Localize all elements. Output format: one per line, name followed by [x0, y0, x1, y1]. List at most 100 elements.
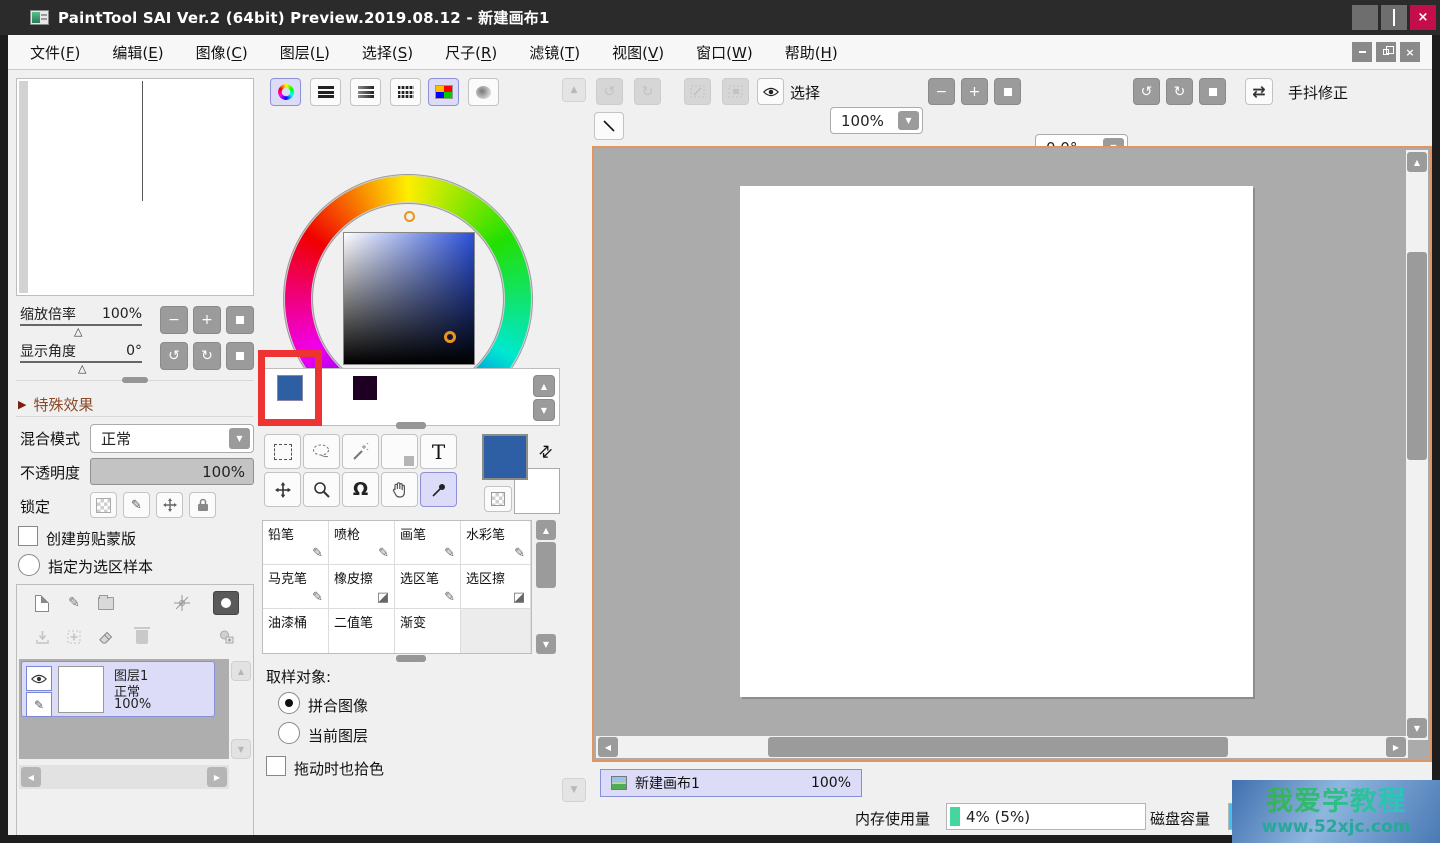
swatch-dark[interactable]	[353, 376, 377, 400]
menu-ruler[interactable]: 尺子(R)	[445, 42, 497, 63]
brush-gradient[interactable]: 渐变	[395, 609, 461, 654]
brush-watercolor[interactable]: 水彩笔✎	[461, 521, 531, 565]
blend-mode-dropdown[interactable]: 正常 ▼	[90, 424, 254, 453]
panel-splitter-grip[interactable]	[122, 377, 148, 383]
swap-colors-button[interactable]: ⇄	[527, 433, 564, 470]
zoom-tool[interactable]	[303, 472, 340, 507]
rgb-sliders-tab[interactable]	[310, 78, 341, 106]
sv-cursor[interactable]	[404, 211, 415, 222]
deselect-button[interactable]	[684, 78, 711, 105]
canvas-zoom-dropdown[interactable]: 100% ▼	[830, 107, 923, 134]
scroll-thumb[interactable]	[536, 542, 556, 588]
lock-transparency-button[interactable]	[90, 492, 117, 518]
scratchpad-tab[interactable]	[468, 78, 499, 106]
opacity-slider[interactable]: 100%	[90, 458, 254, 485]
brush-bucket[interactable]: 油漆桶	[263, 609, 329, 654]
canvas-angle-reset-button[interactable]	[1199, 78, 1226, 105]
rect-select-tool[interactable]	[264, 434, 301, 469]
clear-layer-button[interactable]	[93, 625, 119, 649]
move-tool[interactable]	[264, 472, 301, 507]
layer-row-selected[interactable]: ✎ 图层1 正常 100%	[21, 661, 215, 717]
text-tool[interactable]: T	[420, 434, 457, 469]
clipping-mask-checkbox[interactable]	[18, 526, 38, 546]
special-effects-header[interactable]: ▶ 特殊效果	[18, 394, 93, 415]
layers-hscrollbar[interactable]: ◀ ▶	[19, 765, 229, 789]
canvas-viewport[interactable]: ▲ ▼ ◀ ▶	[592, 146, 1432, 762]
panel-splitter-grip[interactable]	[396, 422, 426, 429]
menu-view[interactable]: 视图(V)	[612, 42, 664, 63]
lock-move-button[interactable]	[156, 492, 183, 518]
navigator-angle-slider[interactable]: 显示角度 0°	[20, 341, 142, 363]
menu-filter[interactable]: 滤镜(T)	[529, 42, 580, 63]
scroll-thumb[interactable]	[1407, 252, 1427, 460]
transfer-down-button[interactable]	[29, 625, 55, 649]
doc-restore-button[interactable]	[1376, 42, 1396, 62]
shape-tool[interactable]	[381, 434, 418, 469]
transform-button[interactable]	[169, 591, 195, 615]
scroll-up-button[interactable]: ▲	[536, 520, 556, 540]
hue-cursor[interactable]	[444, 331, 456, 343]
hand-tool[interactable]	[381, 472, 418, 507]
brush-brush[interactable]: 画笔✎	[395, 521, 461, 565]
sample-current-layer-radio[interactable]	[278, 722, 300, 744]
panel-scroll-up-button[interactable]: ▲	[562, 78, 586, 102]
canvas-rotate-cw-button[interactable]: ↻	[1166, 78, 1193, 105]
delete-layer-button[interactable]	[129, 625, 155, 649]
swatch-scroll-up-button[interactable]: ▲	[533, 375, 555, 397]
scroll-down-button[interactable]: ▼	[536, 634, 556, 654]
rotate-cw-button[interactable]: ↻	[193, 342, 221, 370]
layer-visibility-toggle[interactable]	[26, 666, 52, 691]
layer-thumbnail[interactable]	[58, 666, 104, 713]
zoom-slider-marker[interactable]: △	[74, 325, 82, 338]
angle-reset-button[interactable]	[226, 342, 254, 370]
scroll-up-button[interactable]: ▲	[1407, 152, 1427, 172]
maximize-button[interactable]	[1381, 5, 1407, 30]
canvas-zoom-in-button[interactable]: +	[961, 78, 988, 105]
magic-wand-tool[interactable]	[342, 434, 379, 469]
layers-scroll-up-button[interactable]: ▲	[231, 661, 251, 681]
merge-layer-button[interactable]	[61, 625, 87, 649]
menu-help[interactable]: 帮助(H)	[785, 42, 838, 63]
flip-horizontal-button[interactable]: ⇄	[1245, 78, 1273, 105]
zoom-in-button[interactable]: +	[193, 306, 221, 334]
angle-slider-marker[interactable]: △	[78, 362, 86, 375]
layer-mask-button[interactable]	[213, 591, 239, 615]
scroll-left-button[interactable]: ◀	[21, 767, 41, 787]
close-button[interactable]: ×	[1410, 5, 1436, 30]
selection-source-radio[interactable]	[18, 554, 40, 576]
doc-minimize-button[interactable]	[1352, 42, 1372, 62]
canvas-zoom-out-button[interactable]: −	[928, 78, 955, 105]
swatches-tab[interactable]	[428, 78, 459, 106]
minimize-button[interactable]	[1352, 5, 1378, 30]
brush-binary-pen[interactable]: 二值笔	[329, 609, 395, 654]
brush-airbrush[interactable]: 喷枪✎	[329, 521, 395, 565]
swatch-scroll-down-button[interactable]: ▼	[533, 399, 555, 421]
menu-file[interactable]: 文件(F)	[30, 42, 80, 63]
mixed-sliders-tab[interactable]	[390, 78, 421, 106]
brush-marker[interactable]: 马克笔✎	[263, 565, 329, 609]
invert-selection-button[interactable]	[722, 78, 749, 105]
hsv-sliders-tab[interactable]	[350, 78, 381, 106]
canvas-vscrollbar[interactable]: ▲ ▼	[1406, 150, 1428, 740]
navigator-zoom-slider[interactable]: 缩放倍率 100%	[20, 304, 142, 326]
scroll-down-button[interactable]: ▼	[1407, 718, 1427, 738]
brush-scrollbar[interactable]: ▲ ▼	[534, 520, 560, 654]
sample-merged-radio[interactable]	[278, 692, 300, 714]
brush-selection-pen[interactable]: 选区笔✎	[395, 565, 461, 609]
undo-button[interactable]: ↺	[596, 78, 623, 105]
brush-pencil[interactable]: 铅笔✎	[263, 521, 329, 565]
lasso-tool[interactable]	[303, 434, 340, 469]
canvas-zoom-reset-button[interactable]	[994, 78, 1021, 105]
transparent-color-button[interactable]	[484, 486, 512, 512]
panel-scroll-down-button[interactable]: ▼	[562, 778, 586, 802]
redo-button[interactable]: ↻	[634, 78, 661, 105]
new-linework-layer-button[interactable]: ✎	[61, 591, 87, 615]
canvas-rotate-ccw-button[interactable]: ↺	[1133, 78, 1160, 105]
canvas-document[interactable]	[740, 186, 1253, 697]
menu-select[interactable]: 选择(S)	[362, 42, 413, 63]
lock-all-button[interactable]	[189, 492, 216, 518]
brush-eraser[interactable]: 橡皮擦◪	[329, 565, 395, 609]
saturation-value-square[interactable]	[343, 232, 475, 365]
new-folder-button[interactable]	[93, 591, 119, 615]
document-tab[interactable]: 新建画布1 100%	[600, 769, 862, 797]
